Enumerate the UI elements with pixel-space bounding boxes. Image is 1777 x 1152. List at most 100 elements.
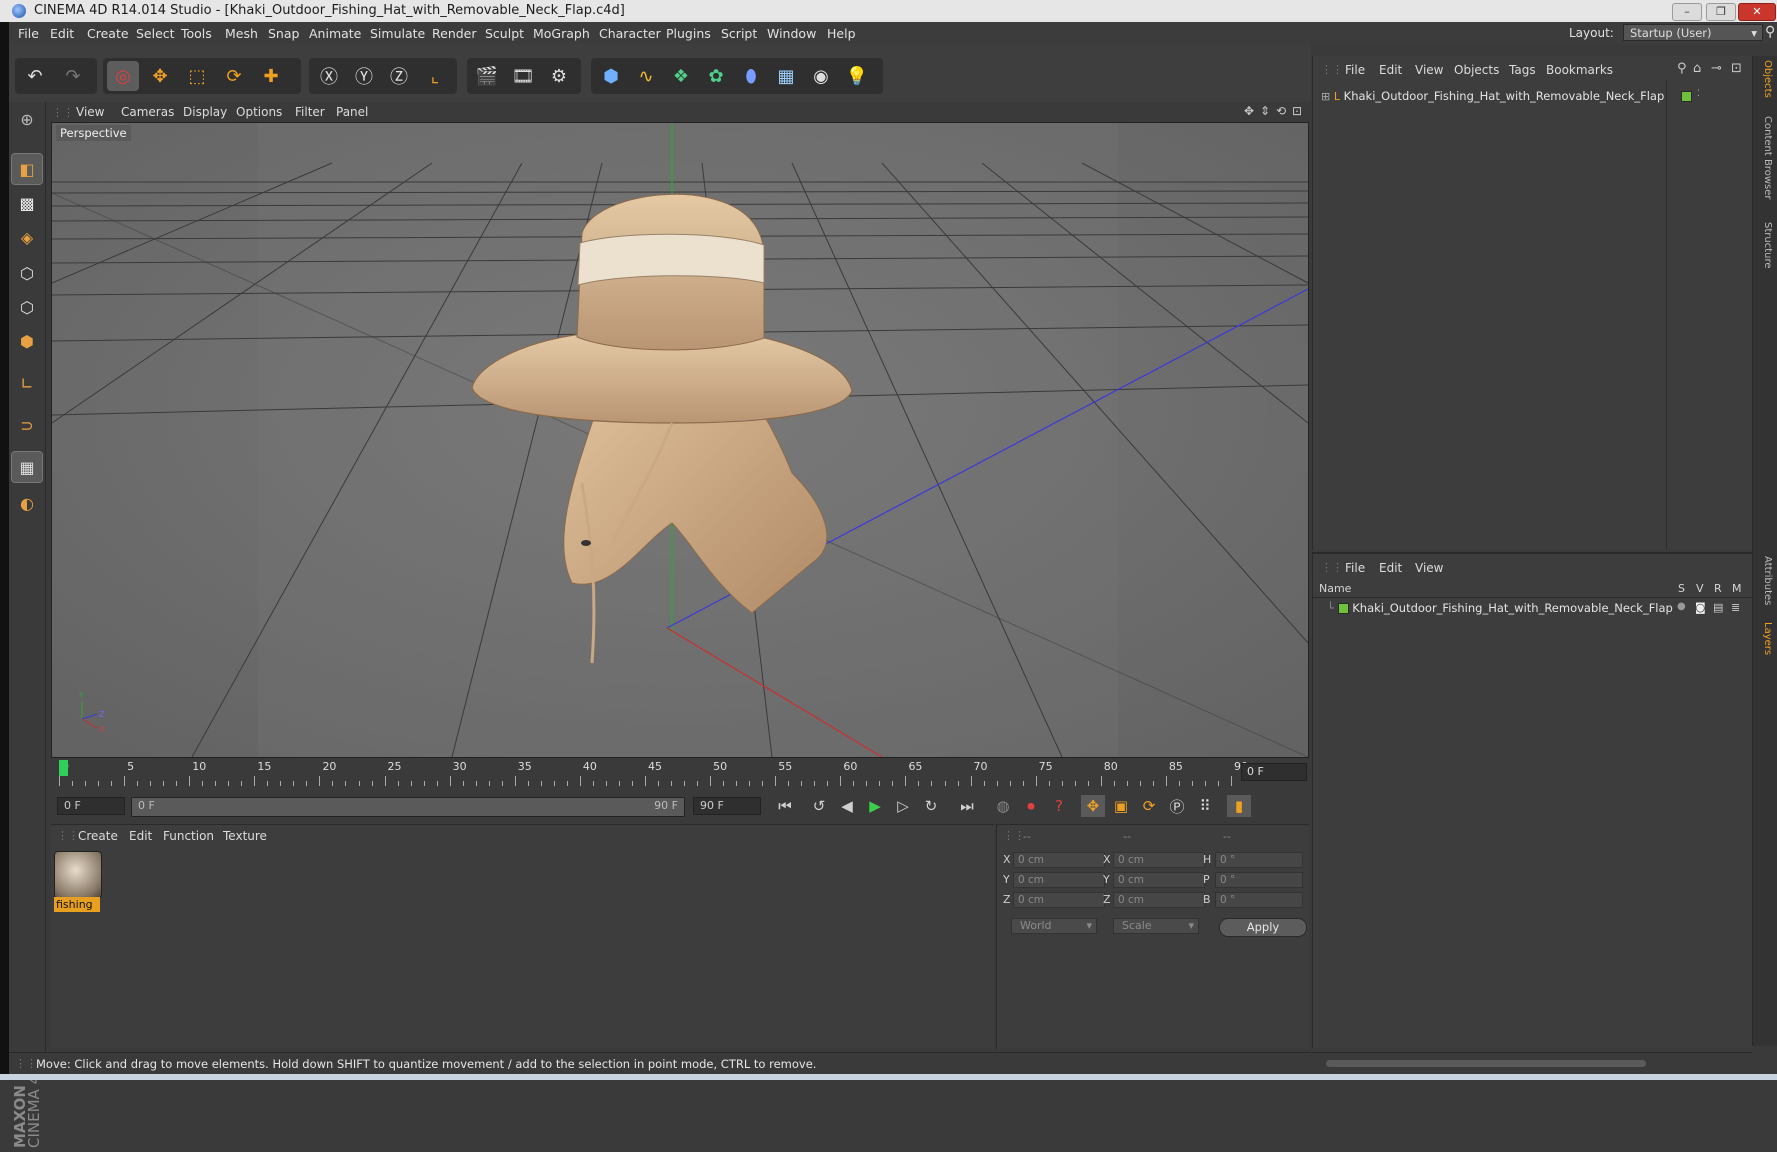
expand-icon[interactable]: ⊞ — [1321, 90, 1330, 103]
points-mode-icon[interactable]: ⬡ — [12, 258, 42, 288]
viewport-menu-display[interactable]: Display — [183, 105, 227, 119]
array-icon[interactable]: ✿ — [700, 61, 732, 91]
objects-menu-bookmarks[interactable]: Bookmarks — [1546, 63, 1613, 77]
panel-grip-icon[interactable]: ⋮⋮ — [52, 106, 74, 119]
viewport-menu-cameras[interactable]: Cameras — [121, 105, 174, 119]
rot-b-field[interactable]: 0 ° — [1215, 892, 1303, 908]
column-manager[interactable]: M — [1732, 582, 1742, 595]
menu-animate[interactable]: Animate — [309, 26, 361, 41]
menu-file[interactable]: File — [18, 26, 39, 41]
material-menu-edit[interactable]: Edit — [129, 829, 152, 843]
layout-dropdown[interactable]: Startup (User) ▾ — [1623, 24, 1763, 41]
menu-mograph[interactable]: MoGraph — [533, 26, 590, 41]
workplane-icon[interactable]: ◈ — [12, 222, 42, 252]
layers-menu-view[interactable]: View — [1415, 561, 1443, 575]
preview-range-slider[interactable]: 0 F 90 F — [131, 797, 685, 817]
spline-pen-icon[interactable]: ∿ — [630, 61, 662, 91]
layers-menu-edit[interactable]: Edit — [1379, 561, 1402, 575]
autokey-icon[interactable]: ⏺ — [1019, 795, 1043, 817]
objects-menu-file[interactable]: File — [1345, 63, 1365, 77]
tab-layers[interactable]: Layers — [1757, 622, 1773, 655]
panel-grip-icon[interactable]: ⋮⋮ — [57, 829, 79, 842]
visibility-eye-icon[interactable]: ◙ — [1695, 601, 1706, 614]
panel-grip-icon[interactable]: ⋮⋮ — [1321, 561, 1343, 574]
z-axis-lock-icon[interactable]: Ⓩ — [383, 61, 415, 91]
scale-icon[interactable]: ⬚ — [181, 61, 213, 91]
key-rotation-icon[interactable]: ⟳ — [1137, 795, 1161, 817]
render-picture-viewer-icon[interactable]: 🎞 — [507, 61, 539, 91]
keyframe-selection-icon[interactable]: ? — [1047, 795, 1071, 817]
nurbs-icon[interactable]: ❖ — [665, 61, 697, 91]
menu-edit[interactable]: Edit — [50, 26, 74, 41]
axis-mode-icon[interactable]: ∟ — [12, 368, 42, 398]
perspective-viewport[interactable]: Y Z X Perspective — [51, 122, 1309, 758]
size-x-field[interactable]: 0 cm — [1113, 852, 1205, 868]
horizontal-scrollbar[interactable] — [1326, 1060, 1646, 1067]
menu-plugins[interactable]: Plugins — [666, 26, 711, 41]
menu-create[interactable]: Create — [87, 26, 129, 41]
menu-simulate[interactable]: Simulate — [370, 26, 425, 41]
menu-script[interactable]: Script — [721, 26, 757, 41]
move-icon[interactable]: ✥ — [144, 61, 176, 91]
x-axis-lock-icon[interactable]: Ⓧ — [313, 61, 345, 91]
y-axis-lock-icon[interactable]: Ⓨ — [348, 61, 380, 91]
tab-content-browser[interactable]: Content Browser — [1757, 116, 1773, 199]
render-view-icon[interactable]: 🎬 — [471, 61, 503, 91]
menu-help[interactable]: Help — [827, 26, 856, 41]
key-scale-icon[interactable]: ▣ — [1109, 795, 1133, 817]
next-frame-icon[interactable]: ▷ — [891, 795, 915, 817]
deformer-icon[interactable]: ⬮ — [735, 61, 767, 91]
column-render[interactable]: R — [1714, 582, 1722, 595]
timeline-ruler[interactable]: 051015202530354045505560657075808590 0 F — [51, 758, 1307, 788]
object-row[interactable]: ⊞ L Khaki_Outdoor_Fishing_Hat_with_Remov… — [1321, 89, 1700, 103]
manager-toggle-icon[interactable]: ≣ — [1731, 601, 1740, 614]
light-icon[interactable]: 💡 — [841, 61, 873, 91]
rot-h-field[interactable]: 0 ° — [1215, 852, 1303, 868]
viewport-menu-options[interactable]: Options — [236, 105, 282, 119]
material-menu-create[interactable]: Create — [78, 829, 118, 843]
layers-menu-file[interactable]: File — [1345, 561, 1365, 575]
undo-icon[interactable]: ↶ — [19, 61, 51, 91]
viewport-rotate-icon[interactable]: ⟲ — [1276, 104, 1286, 118]
menu-window[interactable]: Window — [767, 26, 816, 41]
panel-grip-icon[interactable]: ⋮⋮ — [1321, 63, 1343, 76]
pos-y-field[interactable]: 0 cm — [1013, 872, 1105, 888]
material-menu-texture[interactable]: Texture — [223, 829, 267, 843]
start-frame-field[interactable]: 0 F — [57, 797, 125, 815]
menu-snap[interactable]: Snap — [268, 26, 299, 41]
redo-icon[interactable]: ↷ — [57, 61, 89, 91]
object-name[interactable]: Khaki_Outdoor_Fishing_Hat_with_Removable… — [1344, 89, 1665, 103]
snap-magnet-icon[interactable]: ⊃ — [12, 410, 42, 440]
minimize-button[interactable]: – — [1672, 3, 1702, 21]
viewport-maximize-icon[interactable]: ⊡ — [1292, 104, 1302, 118]
next-key-icon[interactable]: ↻ — [919, 795, 943, 817]
go-to-end-icon[interactable]: ⏭ — [955, 795, 979, 817]
search-icon[interactable]: ⚲ — [1677, 61, 1687, 76]
pos-z-field[interactable]: 0 cm — [1013, 892, 1105, 908]
play-icon[interactable]: ▶ — [863, 795, 887, 817]
render-toggle-icon[interactable]: ▤ — [1713, 601, 1723, 614]
column-view[interactable]: V — [1696, 582, 1704, 595]
coordinate-mode-dropdown[interactable]: World ▾ — [1011, 918, 1097, 934]
playhead-marker[interactable] — [59, 760, 68, 776]
go-to-start-icon[interactable]: ⏮ — [773, 795, 797, 817]
close-button[interactable]: ✕ — [1738, 3, 1776, 21]
make-editable-icon[interactable]: ⊕ — [12, 104, 42, 134]
timeline-mode-icon[interactable]: ▮ — [1227, 795, 1251, 817]
polygons-mode-icon[interactable]: ⬢ — [12, 326, 42, 356]
key-pla-icon[interactable]: ⠿ — [1193, 795, 1217, 817]
material-thumbnail[interactable] — [54, 851, 102, 899]
viewport-menu-panel[interactable]: Panel — [336, 105, 368, 119]
column-solo[interactable]: S — [1678, 582, 1685, 595]
previous-frame-icon[interactable]: ◀ — [835, 795, 859, 817]
new-window-icon[interactable]: ⊡ — [1731, 61, 1742, 76]
edges-mode-icon[interactable]: ⬡ — [12, 292, 42, 322]
home-icon[interactable]: ⌂ — [1693, 61, 1701, 76]
visibility-dots-icon[interactable]: ⁚ — [1697, 89, 1700, 99]
key-parameter-icon[interactable]: Ⓟ — [1165, 795, 1189, 817]
apply-button[interactable]: Apply — [1219, 918, 1307, 937]
end-frame-field[interactable]: 90 F — [693, 797, 761, 815]
viewport-zoom-icon[interactable]: ⇕ — [1260, 104, 1270, 118]
column-name[interactable]: Name — [1319, 582, 1351, 595]
rot-p-field[interactable]: 0 ° — [1215, 872, 1303, 888]
